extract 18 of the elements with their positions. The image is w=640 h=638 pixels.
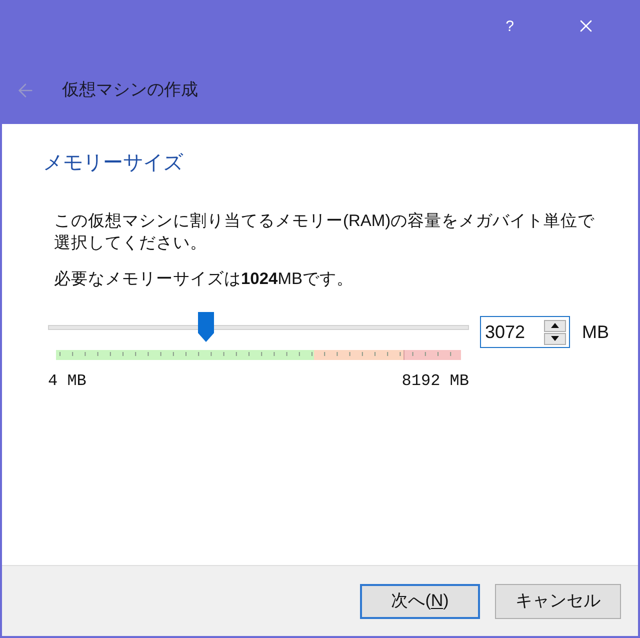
page-heading: メモリーサイズ [43, 151, 183, 176]
dialog-button[interactable]: 次へ(N) [360, 584, 480, 618]
memory-slider-track[interactable] [48, 312, 469, 343]
wizard-title: 仮想マシンの作成 [62, 79, 198, 102]
spin-up-button[interactable] [544, 320, 566, 332]
spin-down-button[interactable] [544, 332, 566, 344]
memory-size-input[interactable]: 3072 [485, 318, 541, 346]
unit-label: MB [582, 321, 609, 343]
min-memory-label: 4 MB [48, 372, 86, 390]
dialog-button[interactable]: キャンセル [495, 584, 621, 618]
slider-thumb[interactable] [196, 312, 215, 343]
max-memory-label: 8192 MB [402, 372, 469, 390]
recommendation-text: 必要なメモリーサイズは1024MBです。 [54, 269, 354, 290]
spinbox[interactable]: 3072 [480, 316, 570, 348]
caret-down-icon [551, 336, 559, 341]
caret-up-icon [551, 323, 559, 328]
help-button[interactable]: ? [506, 18, 514, 34]
description-text: この仮想マシンに割り当てるメモリー(RAM)の容量をメガバイト単位で選択してください。 [54, 211, 596, 254]
